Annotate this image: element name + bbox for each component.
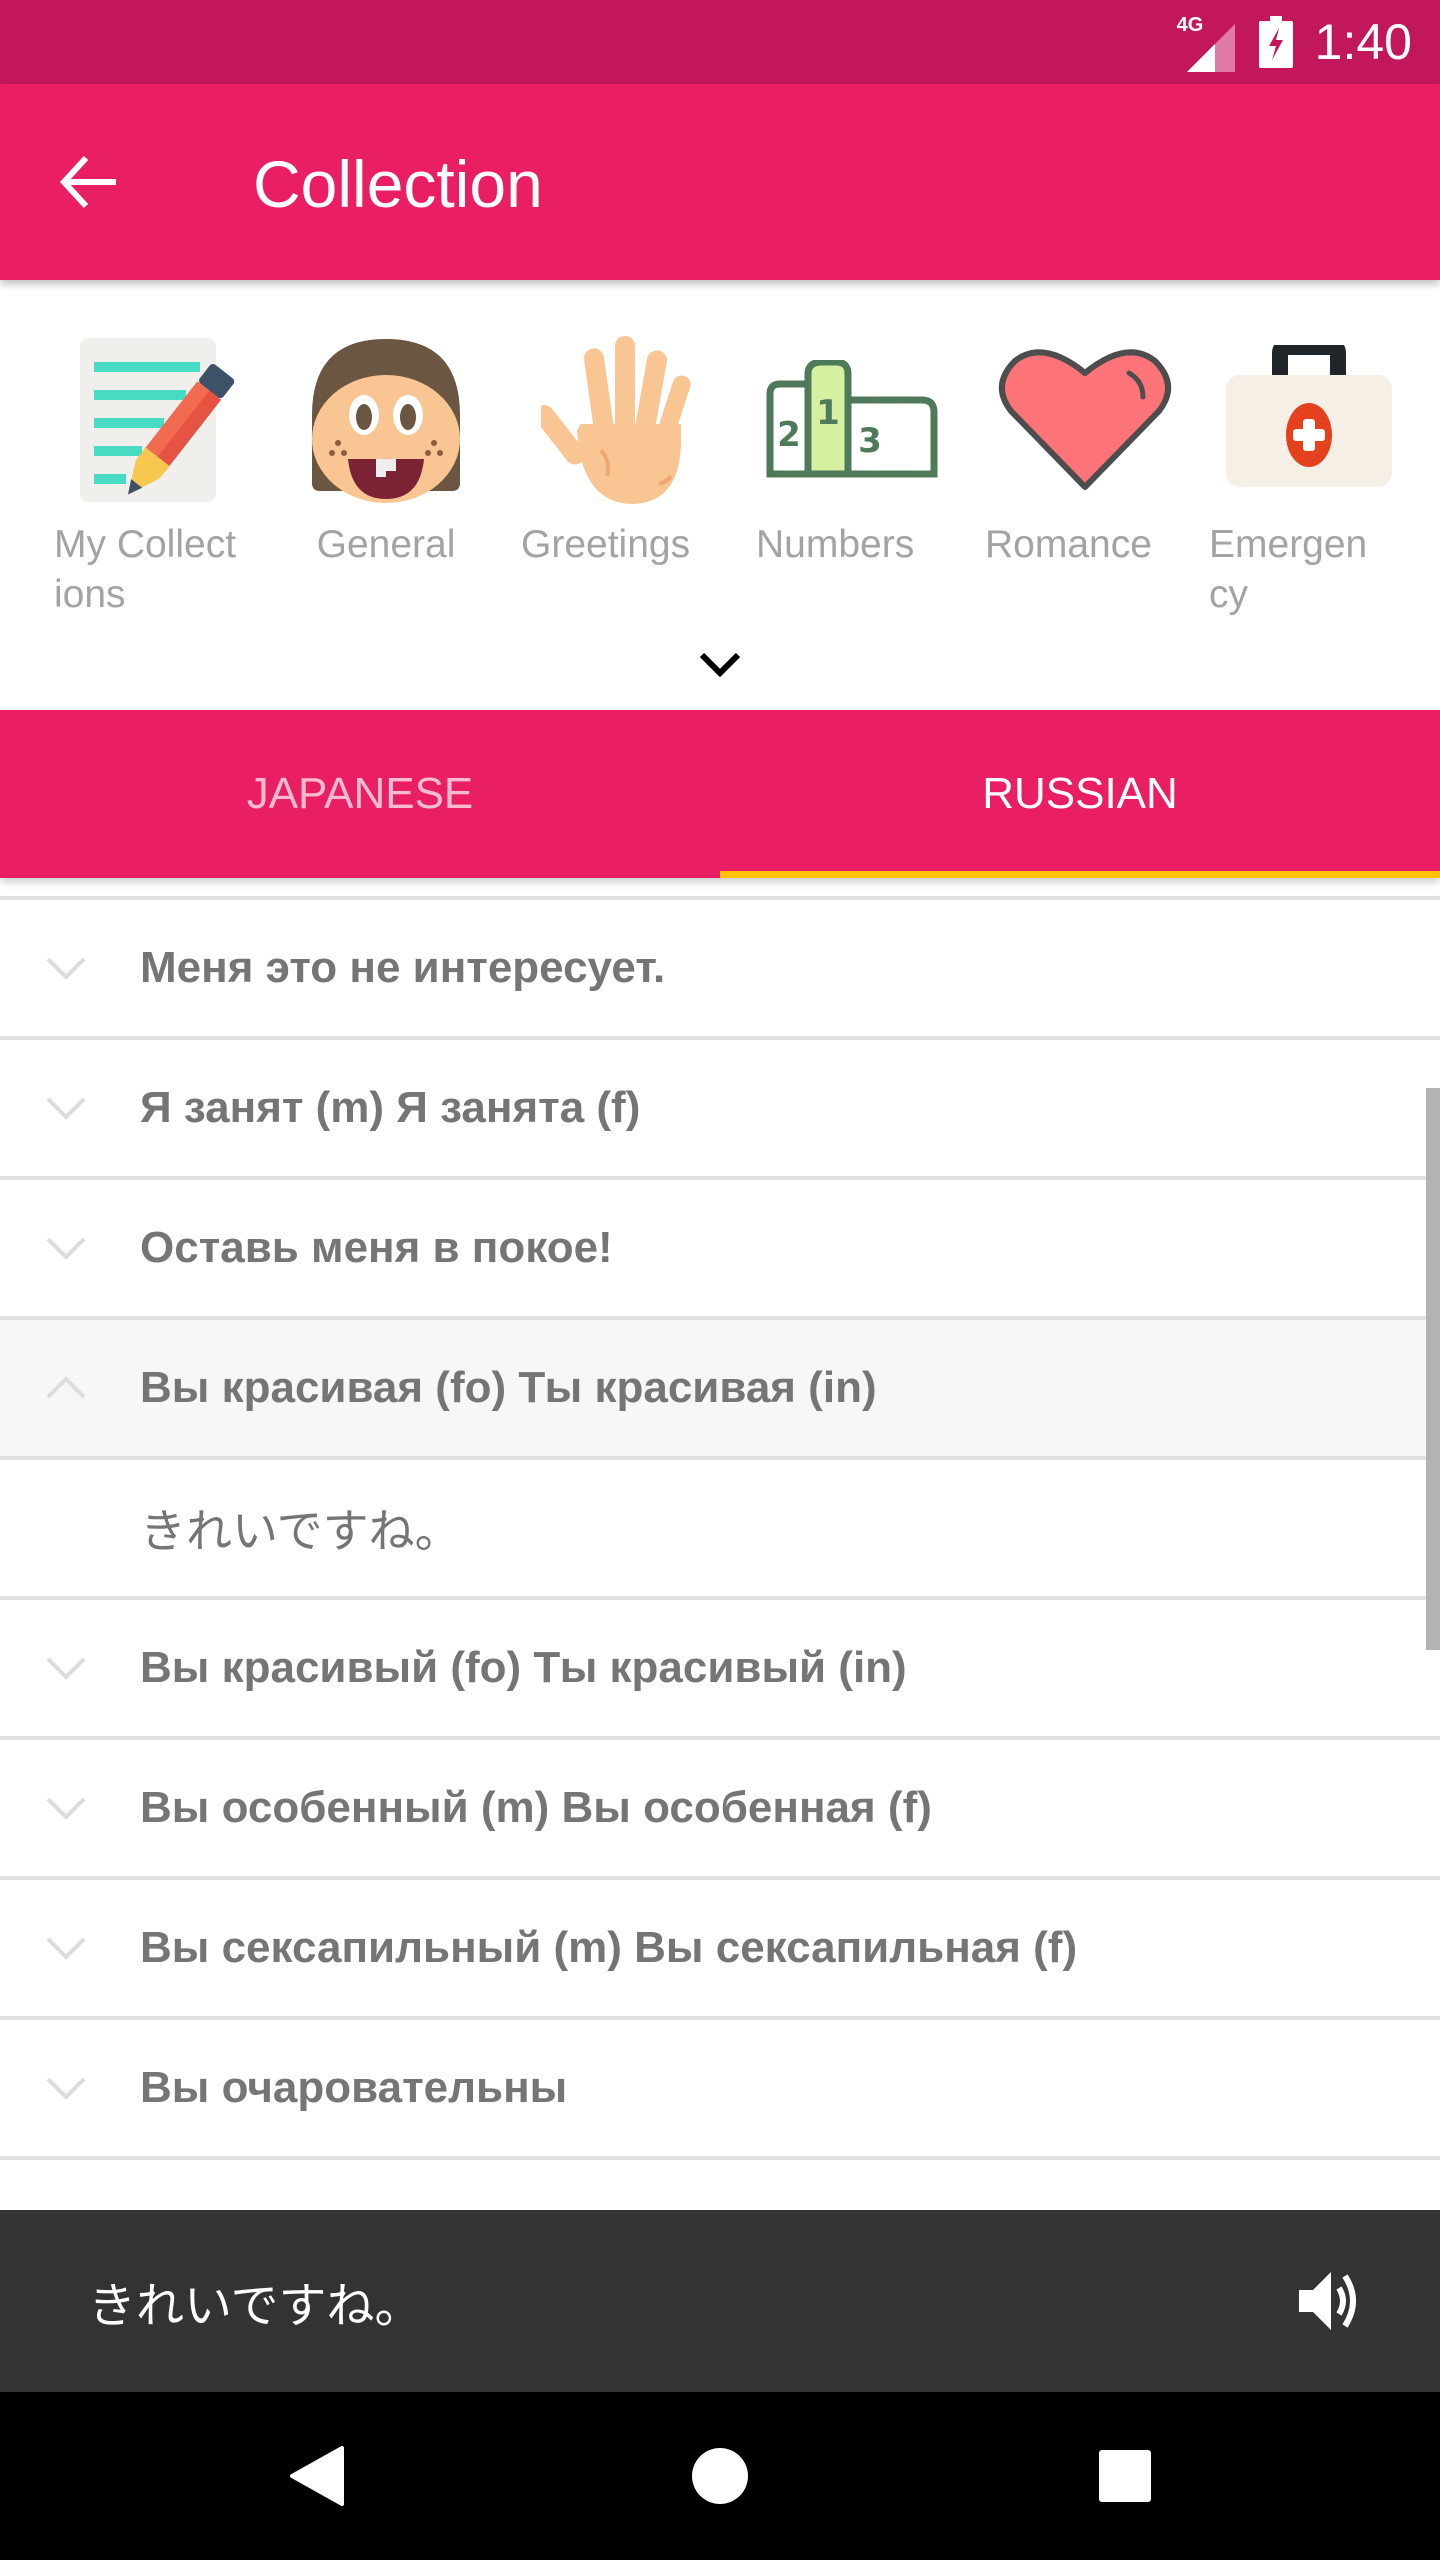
category-emergency[interactable]: Emergen cy	[1209, 330, 1409, 620]
tab-russian[interactable]: RUSSIAN	[720, 710, 1440, 878]
status-bar: 4G 1:40	[0, 0, 1440, 84]
category-label: General	[316, 523, 456, 566]
expand-categories-button[interactable]	[690, 640, 750, 690]
chevron-down-icon	[46, 2077, 86, 2100]
system-nav-bar	[0, 2392, 1440, 2560]
phrase-row[interactable]: Оставь меня в покое!	[0, 1180, 1440, 1320]
svg-text:3: 3	[858, 421, 882, 461]
cell-signal-icon: 4G	[1177, 14, 1237, 72]
nav-back-icon	[290, 2446, 344, 2506]
phrase-row[interactable]: Вы особенный (m) Вы особенная (f)	[0, 1740, 1440, 1880]
list-divider	[0, 878, 1440, 900]
play-audio-button[interactable]	[1288, 2261, 1368, 2341]
svg-text:1: 1	[816, 393, 840, 433]
heart-icon	[985, 330, 1185, 510]
phrase-text: Я занят (m) Я занята (f)	[140, 1083, 641, 1132]
podium-icon: 2 1 3	[756, 330, 956, 510]
audio-player-bar: きれいですね。	[0, 2210, 1440, 2392]
phrase-row[interactable]: Меня это не интересует.	[0, 900, 1440, 1040]
tab-japanese[interactable]: JAPANESE	[0, 710, 720, 878]
clock: 1:40	[1314, 14, 1412, 70]
category-greetings[interactable]: Greetings	[521, 330, 721, 570]
category-label: Emergen cy	[1209, 523, 1368, 616]
category-label: Numbers	[756, 523, 915, 566]
category-label: Romance	[985, 523, 1152, 566]
phrase-row[interactable]: Я занят (m) Я занята (f)	[0, 1040, 1440, 1180]
phrase-list[interactable]: Меня это не интересует. Я занят (m) Я за…	[0, 878, 1440, 2210]
translation-text: きれいですね。	[140, 1505, 461, 1557]
phrase-translation[interactable]: きれいですね。	[0, 1460, 1440, 1600]
nav-home-button[interactable]	[680, 2436, 760, 2516]
category-strip: My Collect ions General Greetings 2 1 3 …	[0, 280, 1440, 710]
category-my-collections[interactable]: My Collect ions	[54, 330, 254, 620]
notepad-pencil-icon	[54, 330, 254, 510]
phrase-text: Вы очаровательны	[140, 2063, 568, 2112]
arrow-back-icon	[59, 155, 116, 209]
back-button[interactable]	[50, 142, 130, 222]
phrase-row-expanded[interactable]: Вы красивая (fo) Ты красивая (in)	[0, 1320, 1440, 1460]
phrase-text: Вы сексапильный (m) Вы сексапильная (f)	[140, 1923, 1078, 1972]
chevron-down-icon	[699, 652, 741, 678]
category-romance[interactable]: Romance	[985, 330, 1185, 570]
app-bar: Collection	[0, 84, 1440, 280]
chevron-down-icon	[46, 1657, 86, 1680]
category-general[interactable]: General	[286, 330, 486, 570]
volume-up-icon	[1299, 2272, 1356, 2330]
svg-text:2: 2	[777, 415, 801, 455]
page-title: Collection	[253, 147, 543, 221]
nav-back-button[interactable]	[276, 2436, 356, 2516]
phrase-row[interactable]: Вы очаровательны	[0, 2020, 1440, 2160]
scrollbar[interactable]	[1426, 1088, 1440, 1650]
chevron-down-icon	[46, 957, 86, 980]
player-text: きれいですね。	[88, 2280, 423, 2333]
category-numbers[interactable]: 2 1 3 Numbers	[756, 330, 956, 570]
waving-hand-icon	[521, 330, 721, 510]
phrase-text: Вы красивая (fo) Ты красивая (in)	[140, 1363, 877, 1412]
category-label: Greetings	[521, 523, 691, 566]
tab-indicator	[720, 871, 1440, 878]
battery-charging-icon	[1258, 16, 1293, 68]
chevron-down-icon	[46, 1097, 86, 1120]
phrase-text: Оставь меня в покое!	[140, 1223, 613, 1272]
nav-recents-icon	[1099, 2450, 1151, 2502]
chevron-up-icon	[46, 1376, 86, 1399]
phrase-text: Меня это не интересует.	[140, 943, 666, 992]
nav-recents-button[interactable]	[1085, 2436, 1165, 2516]
chevron-down-icon	[46, 1797, 86, 1820]
phrase-row[interactable]: Вы красивый (fo) Ты красивый (in)	[0, 1600, 1440, 1740]
phrase-row[interactable]: Вы сексапильный (m) Вы сексапильная (f)	[0, 1880, 1440, 2020]
chevron-down-icon	[46, 1237, 86, 1260]
girl-face-icon	[286, 330, 486, 510]
category-label: My Collect ions	[54, 523, 237, 616]
language-tabs: JAPANESE RUSSIAN	[0, 710, 1440, 878]
first-aid-kit-icon	[1209, 330, 1409, 510]
phrase-text: Вы особенный (m) Вы особенная (f)	[140, 1783, 932, 1832]
chevron-down-icon	[46, 1937, 86, 1960]
phrase-text: Вы красивый (fo) Ты красивый (in)	[140, 1643, 907, 1692]
nav-home-icon	[692, 2448, 748, 2504]
